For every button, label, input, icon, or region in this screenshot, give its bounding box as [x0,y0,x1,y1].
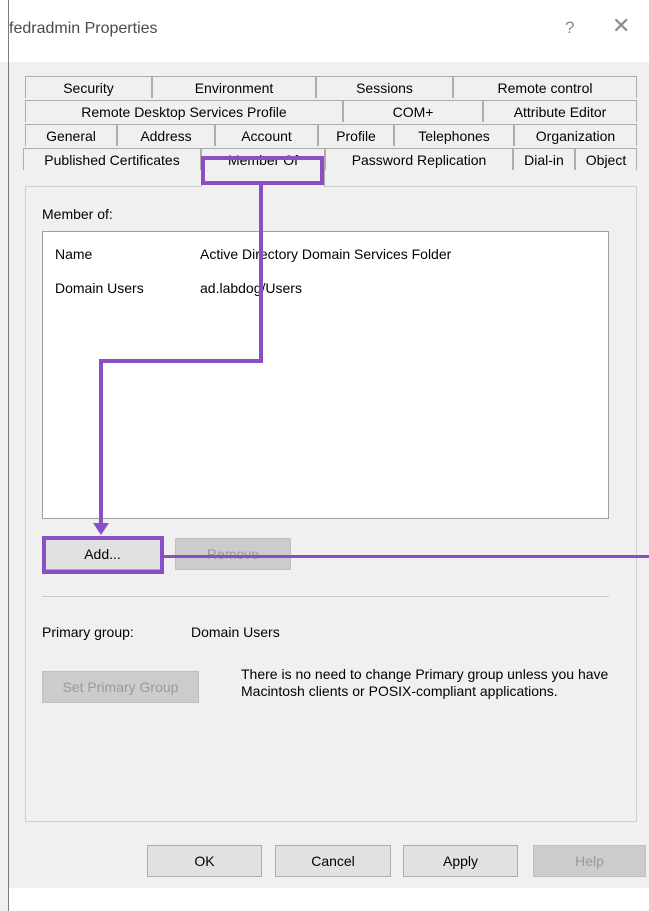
tab-dial-in[interactable]: Dial-in [513,148,575,170]
separator [42,596,609,597]
cancel-button[interactable]: Cancel [275,845,391,877]
primary-group-label: Primary group: [42,624,134,640]
close-icon[interactable]: ✕ [612,14,630,38]
list-item[interactable]: Domain Users ad.labdog/Users [43,276,608,298]
tab-organization[interactable]: Organization [514,124,637,146]
member-of-label: Member of: [42,206,113,222]
row-name: Domain Users [55,280,144,296]
annotation-connector-vertical [259,185,263,363]
annotation-connector-down [99,359,103,529]
help-button[interactable]: Help [533,845,646,877]
primary-group-value: Domain Users [191,624,280,640]
set-primary-group-button[interactable]: Set Primary Group [42,671,199,703]
column-header-name[interactable]: Name [55,246,92,262]
annotation-connector-horizontal [99,359,263,363]
remove-button[interactable]: Remove [175,538,291,570]
primary-group-note: There is no need to change Primary group… [241,666,609,699]
properties-dialog: fedradmin Properties ? ✕ Security Enviro… [0,0,649,911]
annotation-line-right [163,555,649,558]
apply-button[interactable]: Apply [403,845,518,877]
tab-environment[interactable]: Environment [152,76,316,98]
help-icon[interactable]: ? [565,18,574,38]
title-bar: fedradmin Properties ? ✕ [0,0,649,62]
annotation-arrow-icon [93,523,109,535]
tab-remote-control[interactable]: Remote control [453,76,637,98]
column-header-folder[interactable]: Active Directory Domain Services Folder [200,246,451,262]
tab-remote-desktop-services-profile[interactable]: Remote Desktop Services Profile [25,100,343,122]
member-of-tab-highlight [201,156,324,185]
tab-profile[interactable]: Profile [318,124,394,146]
window-left-edge [8,0,9,911]
window-title: fedradmin Properties [9,20,158,37]
tab-sessions[interactable]: Sessions [316,76,453,98]
active-tab-joint [202,186,324,188]
tab-attribute-editor[interactable]: Attribute Editor [483,100,637,122]
window-bottom-edge [9,888,649,911]
member-of-list[interactable]: Name Active Directory Domain Services Fo… [42,231,609,519]
tab-published-certificates[interactable]: Published Certificates [23,148,201,170]
tab-address[interactable]: Address [117,124,215,146]
tab-password-replication[interactable]: Password Replication [325,148,513,170]
add-button-highlight [42,536,164,574]
tab-telephones[interactable]: Telephones [394,124,514,146]
row-folder: ad.labdog/Users [200,280,302,296]
tab-com-plus[interactable]: COM+ [343,100,483,122]
tab-object[interactable]: Object [575,148,637,170]
tab-general[interactable]: General [25,124,117,146]
tab-security[interactable]: Security [25,76,152,98]
tab-account[interactable]: Account [215,124,318,146]
ok-button[interactable]: OK [147,845,262,877]
